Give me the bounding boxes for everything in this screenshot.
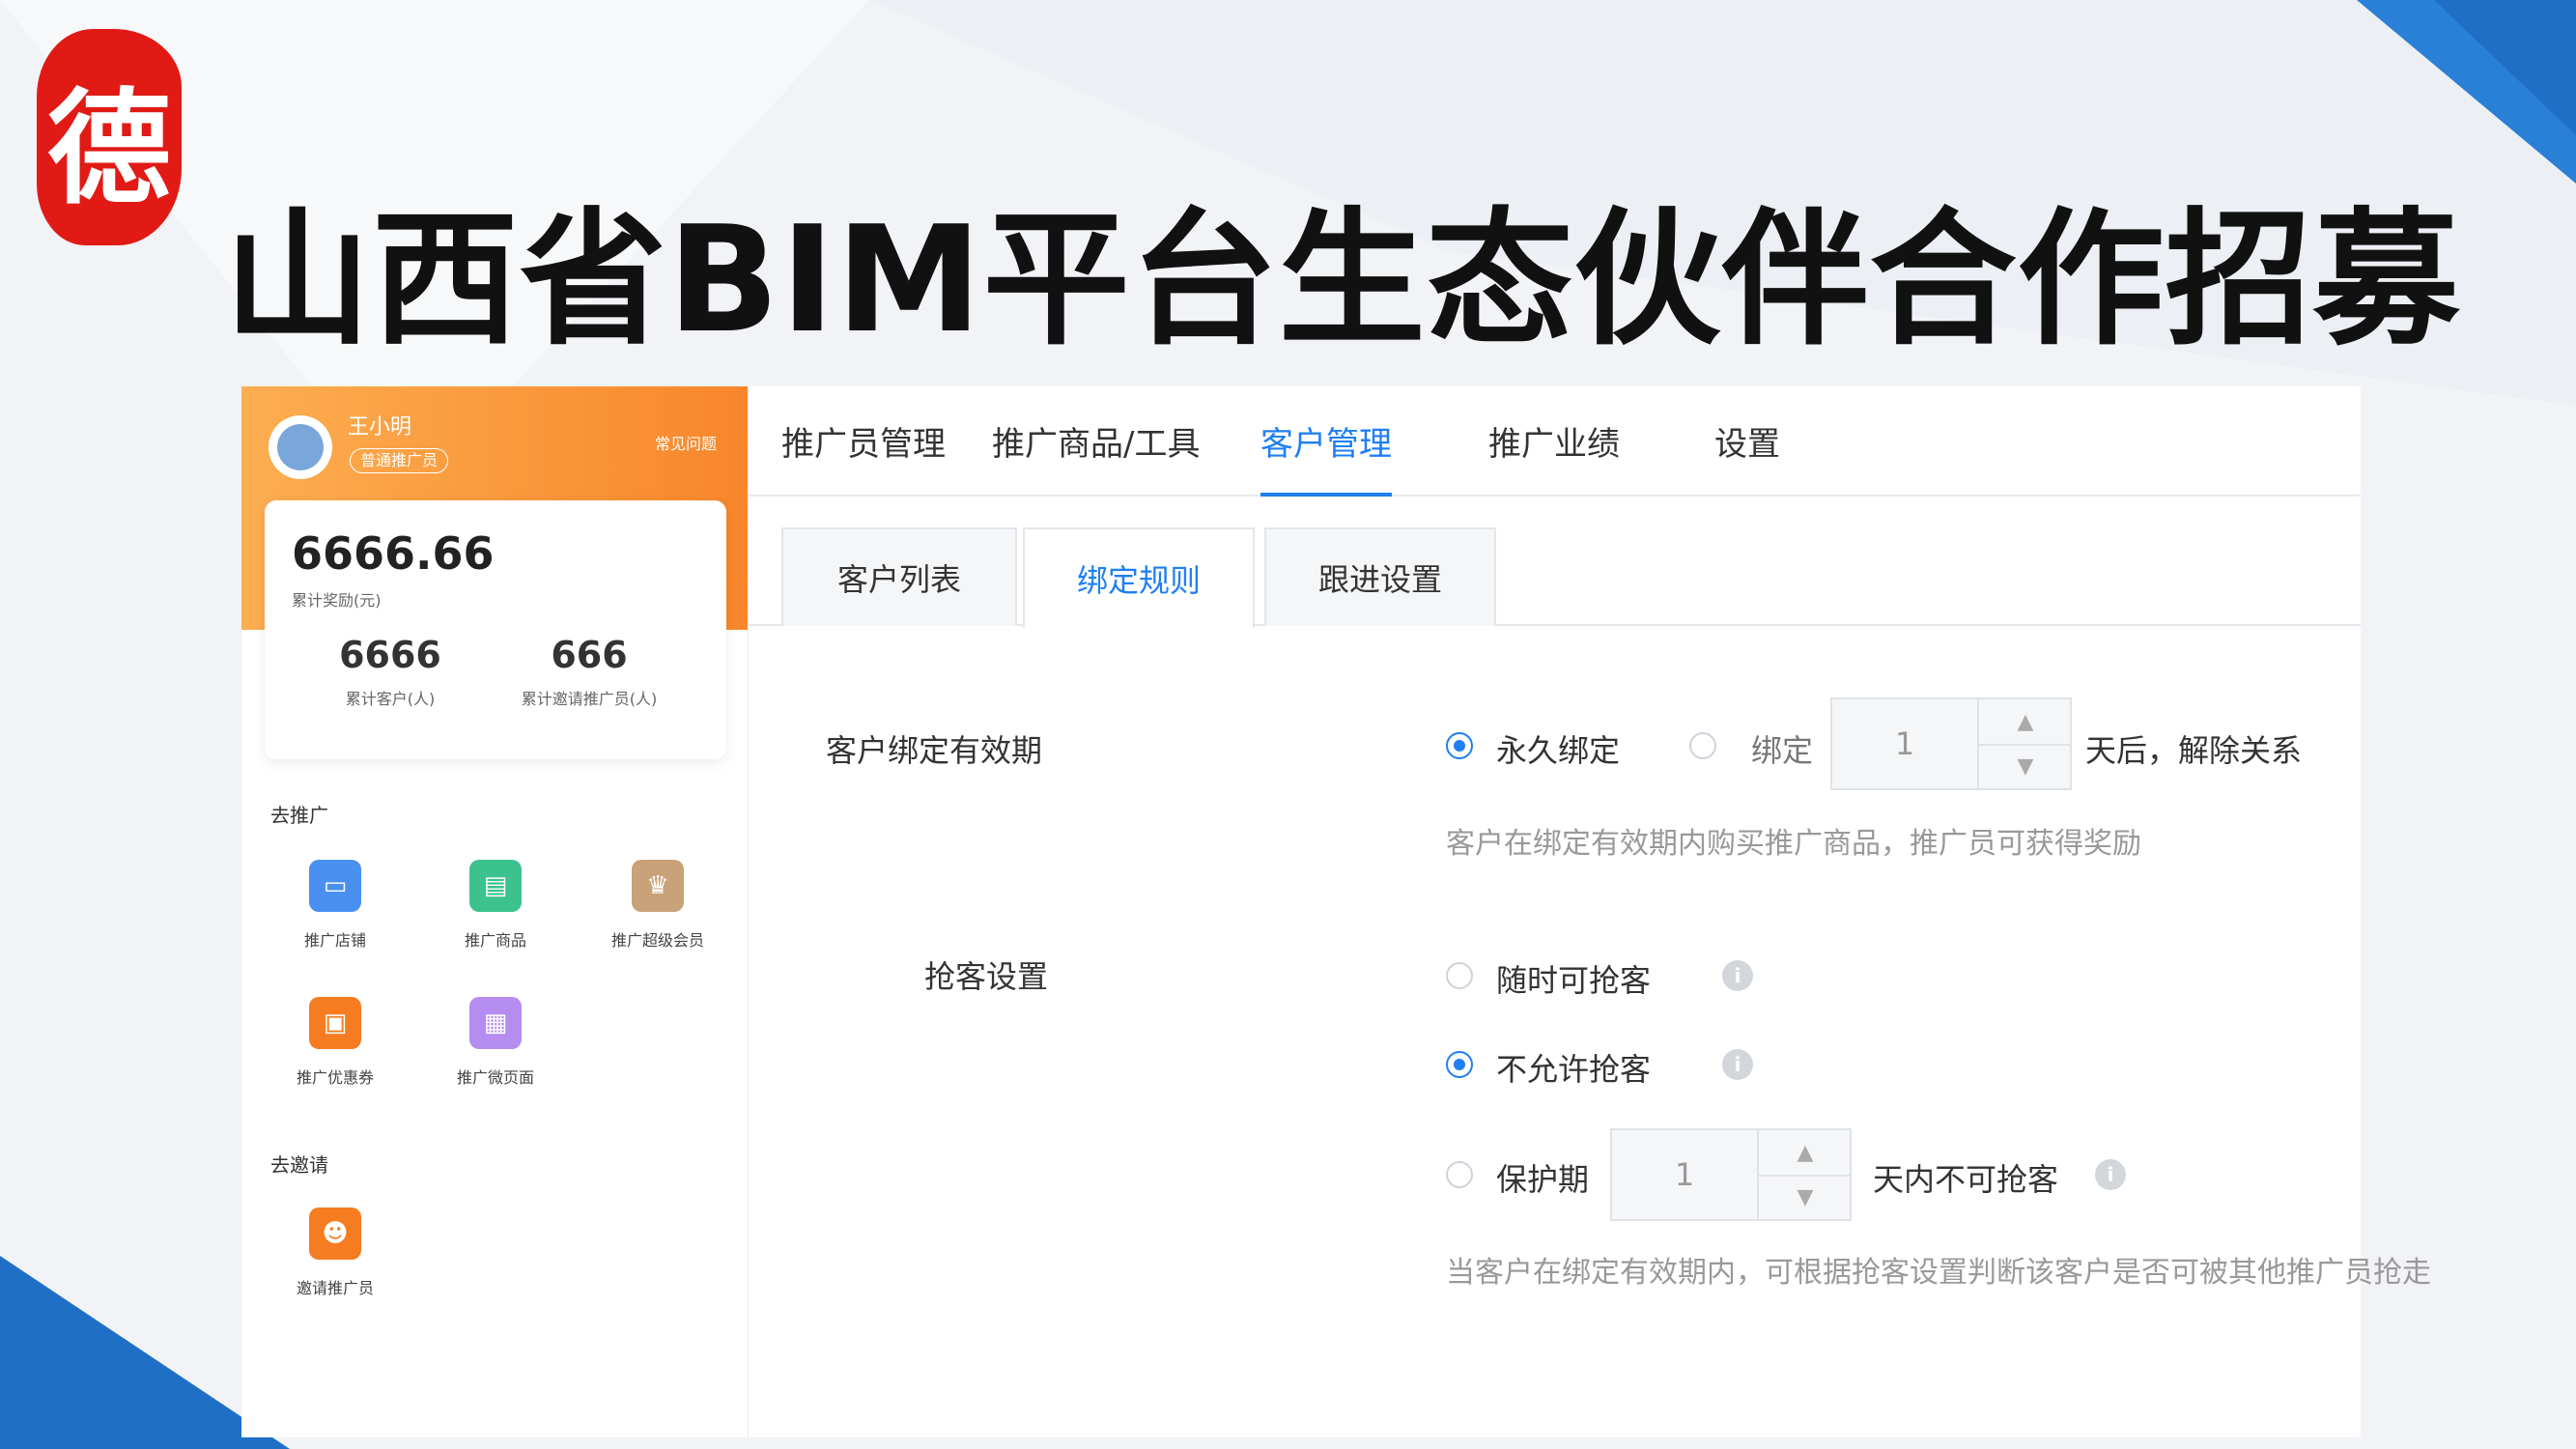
tool-label: 推广商品 [464,931,526,950]
top-tab-bar: 推广员管理 推广商品/工具 客户管理 推广业绩 设置 [749,386,2361,497]
promote-vip-button[interactable]: ♛ 推广超级会员 [585,860,730,951]
faq-link[interactable]: 常见问题 [655,431,717,454]
stat-value: 666 [551,634,628,676]
app-screenshot: 王小明 普通推广员 常见问题 6666.66 累计奖励(元) 6666 累计客户… [241,386,2431,1437]
promote-section-title: 去推广 [270,804,328,827]
stepper-arrows: ▲ ▼ [1757,1130,1852,1219]
binding-validity-label: 客户绑定有效期 [826,732,1043,769]
stats-card: 6666.66 累计奖励(元) 6666 累计客户(人) 666 累计邀请推广员… [265,500,726,759]
stat-label: 累计客户(人) [345,690,436,708]
main-panel: 推广员管理 推广商品/工具 客户管理 推广业绩 设置 客户列表 绑定规则 跟进设… [749,386,2431,1437]
grab-help-text: 当客户在绑定有效期内，可根据抢客设置判断该客户是否可被其他推广员抢走 [1446,1256,2431,1290]
binding-help-text: 客户在绑定有效期内购买推广商品，推广员可获得奖励 [1446,827,2141,861]
grab-settings-label: 抢客设置 [924,958,1049,995]
slide-title: 山西省BIM平台生态伙伴合作招募 [224,194,2461,365]
protection-days-stepper[interactable]: 1 ▲ ▼ [1610,1128,1852,1221]
tool-label: 推广超级会员 [610,931,704,950]
binding-days-stepper[interactable]: 1 ▲ ▼ [1830,697,2072,790]
crown-icon: ♛ [632,860,684,912]
radio-permanent-binding[interactable] [1446,732,1473,759]
grab-disallowed-label: 不允许抢客 [1496,1051,1652,1088]
timed-binding-label: 绑定 [1751,732,1814,769]
user-level-badge: 普通推广员 [350,448,449,473]
product-icon: ▤ [469,860,522,912]
chevron-up-icon[interactable]: ▲ [1759,1130,1852,1177]
tool-label: 推广微页面 [456,1068,534,1087]
info-icon[interactable]: i [2095,1159,2126,1190]
sub-tab-bar: 客户列表 绑定规则 跟进设置 [749,527,2361,628]
stat-customers: 6666 累计客户(人) [294,634,487,709]
tab-promo-products-tools[interactable]: 推广商品/工具 [992,417,1200,495]
chevron-down-icon[interactable]: ▼ [1759,1175,1852,1219]
radio-grab-anytime[interactable] [1446,962,1473,989]
tab-promo-performance[interactable]: 推广业绩 [1488,417,1620,495]
permanent-binding-label: 永久绑定 [1496,732,1621,769]
chevron-up-icon[interactable]: ▲ [1979,699,2072,746]
invite-promoter-button[interactable]: ☻ 邀请推广员 [263,1208,408,1298]
invite-section-title: 去邀请 [270,1153,328,1177]
tool-label: 邀请推广员 [296,1279,374,1297]
radio-protection-period[interactable] [1446,1161,1473,1188]
page-icon: ▦ [469,997,522,1049]
stat-label: 累计邀请推广员(人) [521,690,658,708]
info-icon[interactable]: i [1722,960,1753,991]
subtab-customer-list[interactable]: 客户列表 [781,527,1017,626]
radio-grab-disallowed[interactable] [1446,1051,1473,1078]
promote-coupon-button[interactable]: ▣ 推广优惠券 [263,997,408,1088]
avatar[interactable] [269,415,332,479]
grab-anytime-label: 随时可抢客 [1496,962,1652,999]
chevron-down-icon[interactable]: ▼ [1979,744,2072,788]
tool-label: 推广店铺 [303,931,366,950]
stepper-arrows: ▲ ▼ [1977,699,2072,788]
tab-promoter-management[interactable]: 推广员管理 [781,417,946,495]
stat-value: 6666 [339,634,441,676]
protection-period-label: 保护期 [1496,1161,1590,1198]
tool-label: 推广优惠券 [296,1068,374,1087]
tab-customer-management[interactable]: 客户管理 [1260,417,1392,497]
promote-shop-button[interactable]: ▭ 推广店铺 [263,860,408,951]
total-reward-amount: 6666.66 [292,527,495,580]
protection-days-suffix: 天内不可抢客 [1873,1161,2059,1198]
total-reward-label: 累计奖励(元) [292,591,382,610]
subtab-followup-settings[interactable]: 跟进设置 [1264,527,1496,626]
coupon-icon: ▣ [309,997,361,1049]
protection-days-value[interactable]: 1 [1612,1130,1757,1219]
logo-seal: 德 [37,29,182,245]
info-icon[interactable]: i [1722,1049,1753,1080]
binding-days-value[interactable]: 1 [1832,699,1977,788]
promote-product-button[interactable]: ▤ 推广商品 [423,860,568,951]
radio-timed-binding[interactable] [1689,732,1716,759]
invite-icon: ☻ [309,1208,361,1260]
sidebar: 王小明 普通推广员 常见问题 6666.66 累计奖励(元) 6666 累计客户… [241,386,749,1437]
stat-invited: 666 累计邀请推广员(人) [493,634,686,709]
shop-icon: ▭ [309,860,361,912]
promote-page-button[interactable]: ▦ 推广微页面 [423,997,568,1088]
tab-settings[interactable]: 设置 [1714,417,1780,495]
subtab-binding-rules[interactable]: 绑定规则 [1023,527,1255,628]
binding-days-suffix: 天后，解除关系 [2085,732,2303,769]
user-name: 王小明 [348,415,412,440]
